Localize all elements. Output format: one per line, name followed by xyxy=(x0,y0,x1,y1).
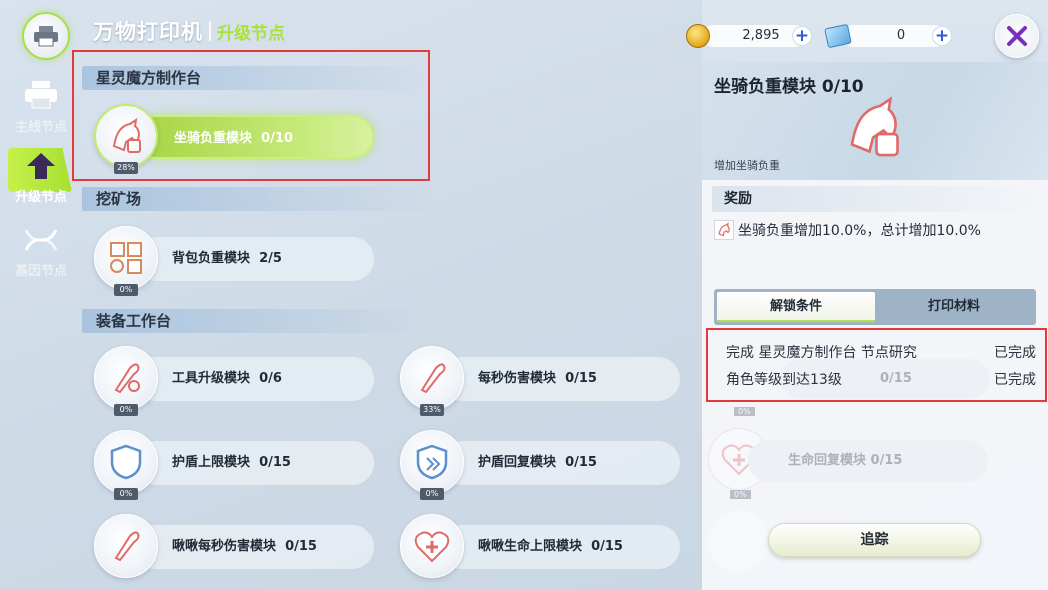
horse-icon xyxy=(714,220,734,240)
printer-icon xyxy=(25,81,57,109)
node-shield-cap[interactable]: 护盾上限模块 0/15 0% xyxy=(94,430,384,502)
page-subtitle: 升级节点 xyxy=(217,23,285,44)
page-title: 万物打印机 xyxy=(93,20,203,44)
track-button[interactable]: 追踪 xyxy=(768,523,981,557)
condition-row: 角色等级到达13级 已完成 xyxy=(726,369,1036,389)
node-pet-dps[interactable]: 啾啾每秒伤害模块 0/15 xyxy=(94,514,384,586)
reward-line: 坐骑负重增加10.0%，总计增加10.0% xyxy=(714,220,981,240)
detail-description: 增加坐骑负重 xyxy=(714,159,780,172)
condition-status: 已完成 xyxy=(994,372,1036,388)
close-icon xyxy=(1007,26,1027,46)
gold-coin-icon xyxy=(686,24,710,48)
progress-badge: 0% xyxy=(114,404,138,416)
currency-ticket: 0 + xyxy=(824,23,952,49)
node-pet-hp[interactable]: 啾啾生命上限模块 0/15 xyxy=(400,514,690,586)
ticket-amount: 0 xyxy=(842,25,946,47)
reward-header: 奖励 xyxy=(712,186,1042,212)
conditions-highlight-frame: 完成 星灵魔方制作台 节点研究 已完成 角色等级到达13级 已完成 xyxy=(706,328,1047,402)
shield-icon xyxy=(94,430,158,494)
gold-amount: 2,895 xyxy=(702,25,806,47)
sidebar-item-upgrade-nodes[interactable]: 升级节点 xyxy=(6,152,76,205)
node-tool-upgrade[interactable]: 工具升级模块 0/6 0% xyxy=(94,346,384,418)
node-bag-load[interactable]: 背包负重模块 2/5 0% xyxy=(94,226,384,298)
title-divider xyxy=(209,21,211,41)
heart-plus-icon xyxy=(400,514,464,578)
grid-gear-icon xyxy=(94,226,158,290)
sidebar-item-main-nodes[interactable]: 主线节点 xyxy=(6,80,76,135)
sidebar-item-label: 主线节点 xyxy=(14,120,67,135)
bullet-icon xyxy=(400,346,464,410)
node-label: 背包负重模块 2/5 xyxy=(134,237,374,281)
horse-icon xyxy=(850,96,899,157)
node-dps[interactable]: 每秒伤害模块 0/15 33% xyxy=(400,346,690,418)
add-ticket-button[interactable]: + xyxy=(932,26,952,46)
add-gold-button[interactable]: + xyxy=(792,26,812,46)
bullet-icon xyxy=(94,514,158,578)
ghost-node-life-regen: 生命回复模块 0/15 0% xyxy=(708,428,998,500)
dna-icon xyxy=(24,229,58,251)
sidebar-item-label: 升级节点 xyxy=(14,190,67,205)
condition-row: 完成 星灵魔方制作台 节点研究 已完成 xyxy=(726,342,1036,362)
detail-panel: 坐骑负重模块 0/10 增加坐骑负重 奖励 坐骑负重增加10.0%，总计增加10… xyxy=(702,0,1048,590)
close-button[interactable] xyxy=(995,14,1039,58)
shield-icon xyxy=(708,510,770,572)
shield-regen-icon xyxy=(400,430,464,494)
upgrade-arrow-icon xyxy=(27,153,55,179)
detail-tabs: 解锁条件 打印材料 xyxy=(714,289,1036,325)
node-label: 护盾回复模块 0/15 xyxy=(440,441,680,485)
node-shield-regen[interactable]: 护盾回复模块 0/15 0% xyxy=(400,430,690,502)
condition-status: 已完成 xyxy=(994,345,1036,361)
tab-print-materials[interactable]: 打印材料 xyxy=(875,292,1033,322)
currency-gold: 2,895 + xyxy=(686,24,812,48)
node-label: 啾啾每秒伤害模块 0/15 xyxy=(134,525,374,569)
reward-text: 坐骑负重增加10.0%，总计增加10.0% xyxy=(738,223,981,239)
sidebar-item-label: 基因节点 xyxy=(14,264,67,279)
bullet-icon xyxy=(94,346,158,410)
node-label: 工具升级模块 0/6 xyxy=(134,357,374,401)
progress-badge: 0% xyxy=(420,488,444,500)
node-label: 护盾上限模块 0/15 xyxy=(134,441,374,485)
side-nav: 主线节点 升级节点 基因节点 xyxy=(0,0,80,590)
section-header: 装备工作台 xyxy=(82,309,432,333)
section-header: 挖矿场 xyxy=(82,187,432,211)
highlight-frame xyxy=(72,50,430,181)
progress-badge: 0% xyxy=(114,284,138,296)
page-header: 万物打印机 升级节点 xyxy=(93,16,285,46)
sidebar-item-gene-nodes[interactable]: 基因节点 xyxy=(6,226,76,279)
detail-title: 坐骑负重模块 0/10 xyxy=(714,77,864,97)
node-label: 每秒伤害模块 0/15 xyxy=(440,357,680,401)
tab-unlock-conditions[interactable]: 解锁条件 xyxy=(717,292,875,322)
printer-logo-icon xyxy=(22,12,70,60)
node-label: 啾啾生命上限模块 0/15 xyxy=(440,525,680,569)
progress-badge: 0% xyxy=(114,488,138,500)
progress-badge: 33% xyxy=(420,404,444,416)
